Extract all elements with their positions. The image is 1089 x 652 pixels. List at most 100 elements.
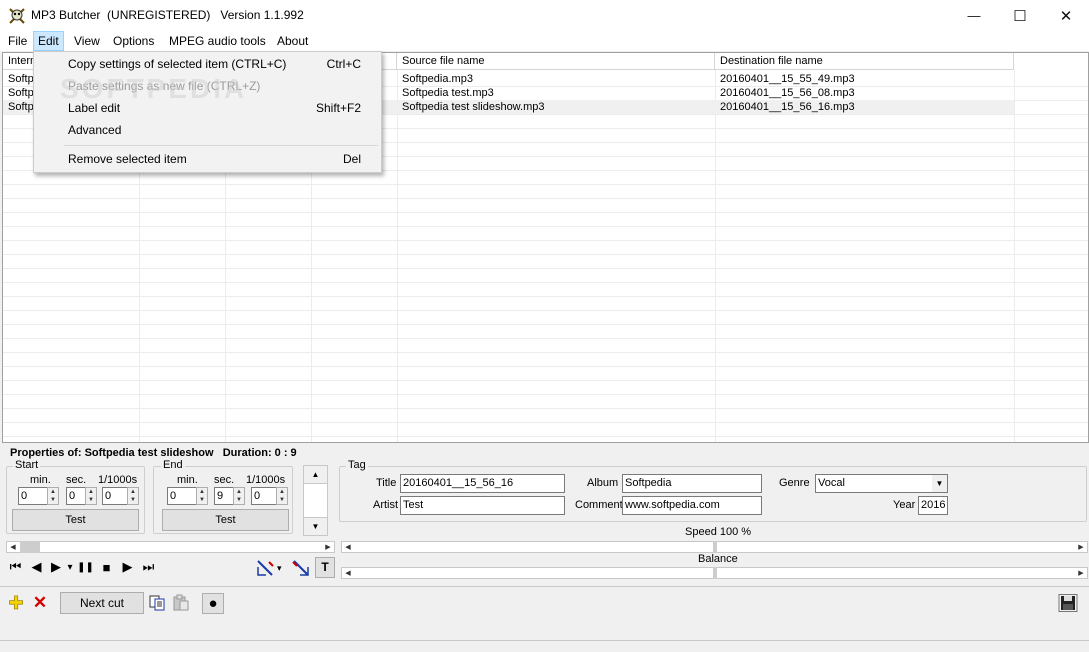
app-skull-icon [9,8,25,24]
set-end-marker-icon[interactable] [291,559,311,577]
edit-menu-dropdown: Copy settings of selected item (CTRL+C) … [33,51,382,173]
start-ms-label: 1/1000s [98,474,138,486]
copy-icon[interactable] [148,594,166,612]
comment-input[interactable]: www.softpedia.com [622,496,762,515]
cell-destination: 20160401__15_56_08.mp3 [720,87,855,99]
menu-item-label: Copy settings of selected item (CTRL+C) [68,57,287,71]
save-icon[interactable] [1058,594,1078,612]
close-icon: ✕ [1059,7,1073,25]
scroll-left-icon[interactable]: ◀ [342,568,354,579]
balance-thumb[interactable] [713,567,717,579]
properties-filename: Properties of: Softpedia test slideshow [10,447,214,459]
menu-mpeg-audio-tools[interactable]: MPEG audio tools [165,31,270,51]
rewind-start-icon[interactable]: ⏮ [5,557,26,577]
start-sec-input[interactable]: 0 [66,487,86,505]
chevron-down-icon[interactable]: ▼ [932,475,947,492]
start-min-spinner[interactable]: ▲ ▼ [47,487,59,505]
grid-column-line [397,70,398,442]
menu-bar: File Edit View Options MPEG audio tools … [0,31,1089,51]
menu-file[interactable]: File [4,31,31,51]
balance-slider[interactable]: ◀ ▶ [341,567,1088,579]
year-input[interactable]: 2016 [918,496,948,515]
column-header-destination[interactable]: Destination file name [715,53,1014,70]
start-sec-spinner[interactable]: ▲ ▼ [85,487,97,505]
menu-about[interactable]: About [273,31,312,51]
text-tool-icon[interactable]: T [315,557,335,578]
close-button[interactable]: ✕ [1043,0,1089,31]
spin-down-icon: ▼ [236,497,242,503]
stop-icon[interactable]: ■ [96,557,117,577]
end-sec-spinner[interactable]: ▲ ▼ [233,487,245,505]
scroll-right-icon[interactable]: ▶ [1075,568,1087,579]
start-min-input[interactable]: 0 [18,487,48,505]
scroll-left-icon[interactable]: ◀ [7,542,19,553]
genre-select[interactable]: Vocal [815,474,948,493]
scroll-down-icon[interactable]: ▼ [304,517,327,535]
scroll-right-icon[interactable]: ▶ [322,542,334,553]
menu-item-advanced[interactable]: Advanced [34,119,381,141]
tag-group-label: Tag [346,459,368,471]
start-ms-input[interactable]: 0 [102,487,128,505]
grid-row-line [3,226,1088,227]
spin-down-icon: ▼ [199,497,205,503]
spin-up-icon: ▲ [279,489,285,495]
maximize-button[interactable]: ☐ [997,0,1043,31]
next-cut-button[interactable]: Next cut [60,592,144,614]
menu-view[interactable]: View [70,31,104,51]
grid-row-line [3,198,1088,199]
scroll-left-icon[interactable]: ◀ [342,542,354,553]
end-min-input[interactable]: 0 [167,487,197,505]
set-start-marker-icon[interactable] [255,559,275,577]
menu-edit[interactable]: Edit [33,31,64,51]
start-ms-spinner[interactable]: ▲ ▼ [127,487,139,505]
step-back-icon[interactable]: ◀ [26,557,47,577]
grid-row-line [3,254,1088,255]
album-input[interactable]: Softpedia [622,474,762,493]
grid-row-line [3,324,1088,325]
spin-up-icon: ▲ [50,489,56,495]
scroll-up-icon[interactable]: ▲ [304,466,327,484]
record-icon[interactable]: ● [202,593,224,614]
menu-item-remove-selected[interactable]: Remove selected item Del [34,148,381,170]
speed-thumb[interactable] [713,541,717,553]
step-forward-icon[interactable]: ▶ [117,557,138,577]
window-title: MP3 Butcher (UNREGISTERED) Version 1.1.9… [31,8,304,22]
grid-row-line [3,310,1088,311]
grid-row-line [3,366,1088,367]
end-sec-input[interactable]: 9 [214,487,234,505]
year-label: Year [893,499,916,511]
start-test-button[interactable]: Test [12,509,139,531]
menu-item-copy-settings[interactable]: Copy settings of selected item (CTRL+C) … [34,53,381,75]
scroll-right-icon[interactable]: ▶ [1075,542,1087,553]
pause-icon[interactable]: ❚❚ [75,557,96,577]
artist-input[interactable]: Test [400,496,565,515]
title-input[interactable]: 20160401__15_56_16 [400,474,565,493]
end-min-spinner[interactable]: ▲ ▼ [196,487,208,505]
spin-up-icon: ▲ [88,489,94,495]
add-icon[interactable]: ✚ [6,593,26,614]
menu-options[interactable]: Options [109,31,158,51]
position-thumb[interactable] [20,541,40,553]
end-sec-label: sec. [214,474,235,486]
remove-icon[interactable]: ✕ [30,593,50,613]
minimize-button[interactable]: — [951,0,997,31]
column-header-source[interactable]: Source file name [397,53,715,70]
start-group-label: Start [13,459,41,471]
comment-label: Comment [575,499,623,511]
cell-destination: 20160401__15_55_49.mp3 [720,73,855,85]
title-label: Title [376,477,397,489]
end-ms-input[interactable]: 0 [251,487,277,505]
end-ms-spinner[interactable]: ▲ ▼ [276,487,288,505]
start-sec-label: sec. [66,474,87,486]
grid-row-line [3,380,1088,381]
speed-slider[interactable]: ◀ ▶ [341,541,1088,553]
position-scrollbar[interactable]: ◀ ▶ [6,541,335,553]
end-group-label: End [161,459,185,471]
vertical-scrollbar[interactable]: ▲ ▼ [303,465,328,536]
menu-item-label: Advanced [68,123,122,137]
marker-options-icon[interactable]: ▾ [277,559,287,577]
play-icon[interactable]: ▶ [47,557,65,577]
play-options-icon[interactable]: ▾ [65,557,75,577]
fast-forward-icon[interactable]: ⏭ [138,557,159,577]
end-test-button[interactable]: Test [162,509,289,531]
